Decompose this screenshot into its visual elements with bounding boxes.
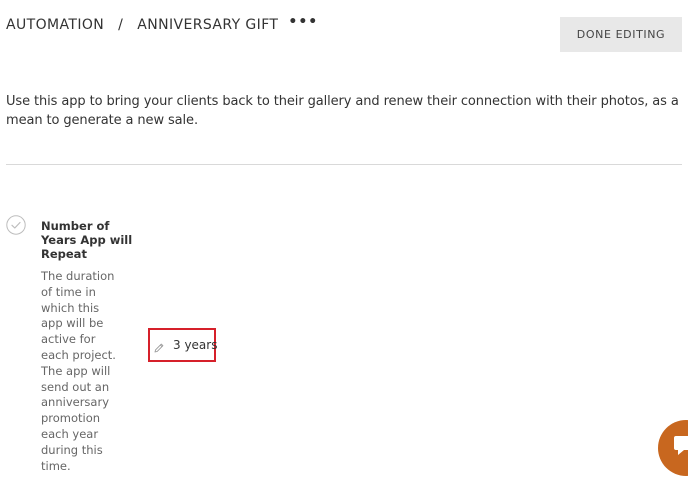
- setting-description: The duration of time in which this app w…: [41, 269, 116, 473]
- pencil-icon[interactable]: [153, 339, 165, 353]
- more-options-button[interactable]: •••: [288, 14, 318, 30]
- done-editing-button[interactable]: DONE EDITING: [560, 17, 682, 52]
- breadcrumb-separator: /: [118, 17, 124, 33]
- chat-icon: [674, 436, 688, 455]
- years-value: 3 years: [173, 338, 218, 352]
- setting-title: Number of Years App will Repeat: [41, 219, 133, 261]
- breadcrumb: AUTOMATION / ANNIVERSARY GIFT •••: [6, 14, 318, 33]
- check-circle-icon: [6, 215, 26, 235]
- breadcrumb-root[interactable]: AUTOMATION: [6, 17, 104, 33]
- chat-launcher-button[interactable]: [658, 420, 688, 476]
- years-value-field[interactable]: 3 years: [148, 328, 218, 362]
- breadcrumb-current: ANNIVERSARY GIFT: [137, 17, 279, 33]
- divider: [6, 164, 682, 165]
- app-description: Use this app to bring your clients back …: [6, 94, 679, 128]
